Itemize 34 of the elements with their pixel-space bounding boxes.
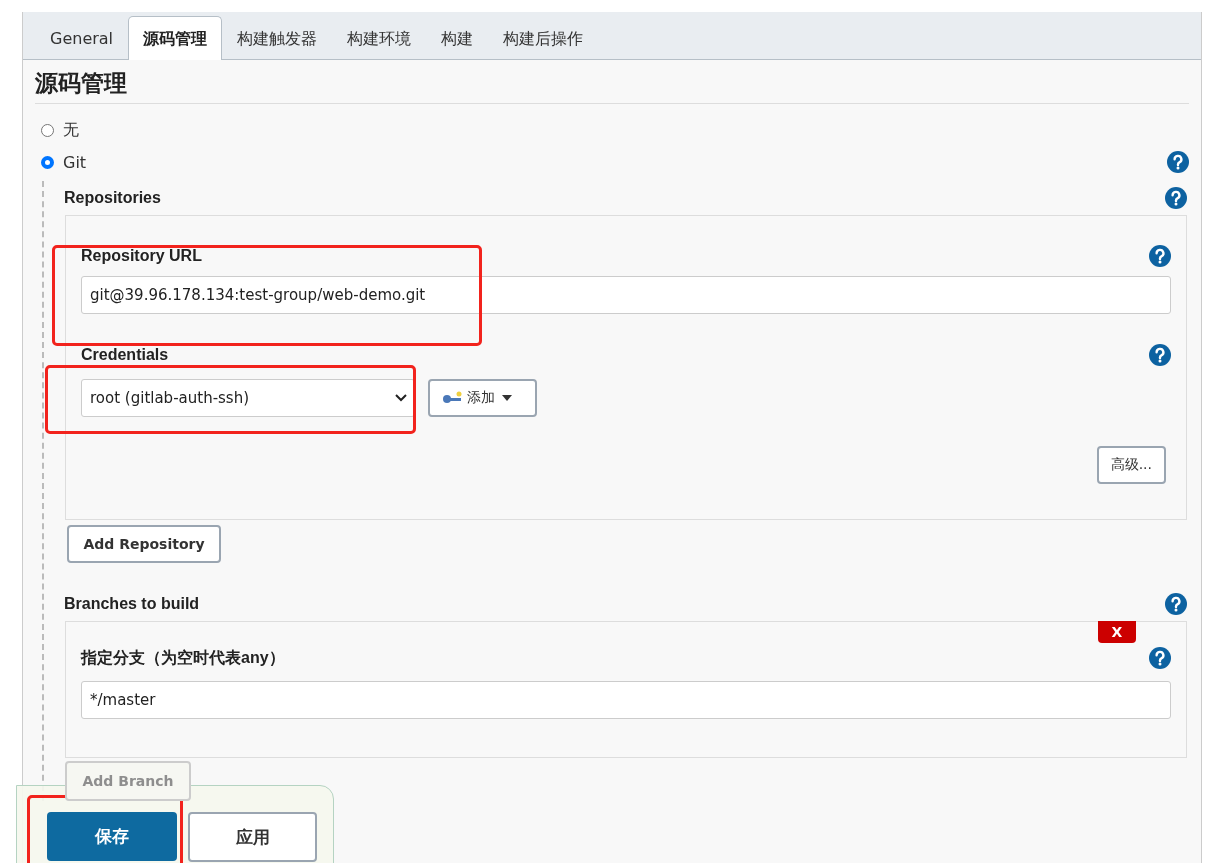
credentials-select[interactable]: root (gitlab-auth-ssh)	[81, 379, 415, 417]
tab[interactable]: 构建	[426, 16, 489, 60]
radio-label: Git	[63, 152, 87, 172]
selected-value: root (gitlab-auth-ssh)	[90, 389, 250, 407]
field-label: 指定分支（为空时代表any）	[81, 647, 285, 668]
apply-button[interactable]: 应用	[188, 812, 317, 862]
help-icon	[1149, 245, 1171, 267]
section-label: Repositories	[64, 189, 161, 207]
section-title: 源码管理	[35, 68, 1189, 104]
url-input[interactable]: git@39.96.178.134:test-group/web-demo.git	[81, 276, 1171, 314]
radio-button[interactable]	[41, 155, 54, 169]
caret-icon	[502, 395, 512, 401]
tab[interactable]: 构建环境	[332, 16, 427, 60]
radio-button[interactable]	[41, 123, 54, 137]
tab[interactable]: General	[35, 16, 129, 60]
help-icon	[1149, 344, 1171, 366]
delete-button[interactable]: X	[1098, 621, 1136, 643]
chevron-down-icon	[394, 393, 408, 403]
branch-input[interactable]: */master	[81, 681, 1171, 719]
tab[interactable]: 构建触发器	[222, 16, 333, 60]
tab[interactable]: 构建后操作	[488, 16, 599, 60]
field-label: Repository URL	[81, 247, 202, 265]
radio-label: 无	[63, 119, 79, 141]
field-label: Credentials	[81, 346, 169, 364]
help-icon	[1165, 187, 1187, 209]
add-button[interactable]: 添加	[428, 379, 537, 417]
advanced-button[interactable]: 高级...	[1096, 446, 1166, 484]
save-button[interactable]: 保存	[47, 812, 177, 861]
add-repository-button[interactable]: Add Repository	[67, 525, 221, 563]
help-icon	[1165, 593, 1187, 615]
tab[interactable]: 源码管理	[128, 16, 223, 60]
help-icon	[1149, 647, 1171, 669]
section-label: Branches to build	[64, 595, 200, 613]
key-icon	[442, 391, 464, 405]
